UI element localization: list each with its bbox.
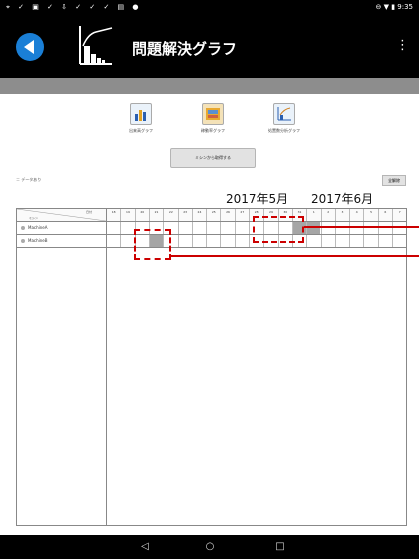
day-cell[interactable]	[120, 235, 134, 247]
day-cell[interactable]	[191, 235, 206, 247]
nav-home-icon[interactable]: ○	[202, 539, 218, 555]
app-title: 問題解決グラフ	[132, 40, 238, 58]
navigation-bar: ◁ ○ □	[0, 535, 419, 559]
day-cell[interactable]	[120, 222, 134, 234]
pareto-logo-icon	[79, 26, 113, 65]
day-cell[interactable]	[349, 222, 363, 234]
day-header: 1	[306, 209, 320, 221]
day-cell[interactable]	[363, 222, 377, 234]
sub-header-bar	[0, 78, 419, 94]
grid-corner: 日付 ミシン	[17, 209, 106, 221]
day-header: 6	[377, 209, 392, 221]
day-cell[interactable]	[106, 222, 120, 234]
day-cell[interactable]	[206, 235, 220, 247]
day-header: 18	[106, 209, 120, 221]
nav-recent-icon[interactable]: □	[272, 539, 288, 555]
status-bar: ⌖ ✓ ▣ ✓ ⇩ ✓ ✓ ✓ ▤ ● ⊖ ▼ ▮ 9:35	[0, 0, 419, 16]
clear-all-button[interactable]: 全解除	[382, 175, 406, 186]
day-cell[interactable]	[377, 235, 392, 247]
highlight-box-machine-b	[134, 229, 171, 260]
day-cell[interactable]	[306, 235, 320, 247]
machine-name: MachineB	[21, 238, 48, 243]
day-header: 23	[177, 209, 192, 221]
day-header: 27	[234, 209, 249, 221]
rate-chart-icon	[202, 103, 224, 125]
day-cell[interactable]	[106, 235, 120, 247]
back-arrow-icon	[23, 40, 34, 54]
bar-chart-icon	[130, 103, 152, 125]
day-cell[interactable]	[191, 222, 206, 234]
day-cell[interactable]	[206, 222, 220, 234]
day-cell[interactable]	[349, 235, 363, 247]
callout-line-a	[304, 226, 419, 228]
pareto-graph-button[interactable]: 処置数分析グラフ	[254, 103, 314, 134]
day-cell[interactable]	[377, 222, 392, 234]
day-cell[interactable]	[234, 235, 249, 247]
day-header: 7	[392, 209, 406, 221]
grid-header: 日付 ミシン 18 19 20 21 22 23 24 25 26 27 28 29 30 31 1 2 3 4 5…	[17, 209, 406, 222]
nav-back-icon[interactable]: ◁	[137, 539, 153, 555]
day-cell[interactable]	[177, 222, 192, 234]
pareto-chart-icon	[273, 103, 295, 125]
day-header: 26	[220, 209, 234, 221]
day-cell[interactable]	[320, 222, 335, 234]
day-header: 24	[191, 209, 206, 221]
day-cell[interactable]	[334, 222, 349, 234]
day-header: 20	[134, 209, 149, 221]
rate-graph-label: 稼動率グラフ	[201, 128, 225, 133]
status-right: ⊖ ▼ ▮ 9:35	[375, 3, 414, 11]
day-header: 19	[120, 209, 134, 221]
day-cell-selected[interactable]	[306, 222, 321, 234]
machine-header-label: ミシン	[29, 216, 39, 220]
day-cell[interactable]	[234, 222, 249, 234]
day-cell[interactable]	[392, 235, 406, 247]
day-cell[interactable]	[220, 222, 234, 234]
day-header: 21	[148, 209, 163, 221]
pareto-graph-label: 処置数分析グラフ	[268, 128, 300, 133]
output-graph-button[interactable]: 出来高グラフ	[111, 103, 171, 134]
day-header: 25	[206, 209, 220, 221]
grid-divider	[106, 209, 107, 525]
machine-row[interactable]: MachineA	[17, 222, 406, 235]
day-cell[interactable]	[363, 235, 377, 247]
back-button[interactable]	[16, 33, 44, 61]
day-cell[interactable]	[220, 235, 234, 247]
highlight-box-machine-a	[253, 216, 304, 243]
day-cell[interactable]	[177, 235, 192, 247]
day-header: 4	[349, 209, 363, 221]
day-cell[interactable]	[392, 222, 406, 234]
app-bar: 問題解決グラフ ⋮	[0, 16, 419, 78]
machine-row[interactable]: MachineB	[17, 235, 406, 248]
day-header: 2	[320, 209, 335, 221]
day-cell[interactable]	[334, 235, 349, 247]
rate-graph-button[interactable]: 稼動率グラフ	[183, 103, 243, 134]
day-header: 5	[363, 209, 377, 221]
callout-line-b	[171, 255, 419, 257]
status-icons: ⌖ ✓ ▣ ✓ ⇩ ✓ ✓ ✓ ▤ ●	[6, 3, 142, 11]
day-cell[interactable]	[320, 235, 335, 247]
overflow-menu-icon[interactable]: ⋮	[396, 39, 409, 52]
get-from-machine-button[interactable]: ミシンから取得する	[170, 148, 256, 168]
data-legend: ＝ データあり	[16, 177, 42, 182]
day-header: 22	[163, 209, 177, 221]
month-label-june: 2017年6月	[311, 192, 374, 206]
output-graph-label: 出来高グラフ	[129, 128, 153, 133]
month-label-may: 2017年5月	[226, 192, 289, 206]
date-header-label: 日付	[85, 210, 92, 214]
machine-name: MachineA	[21, 225, 47, 230]
day-header: 3	[334, 209, 349, 221]
